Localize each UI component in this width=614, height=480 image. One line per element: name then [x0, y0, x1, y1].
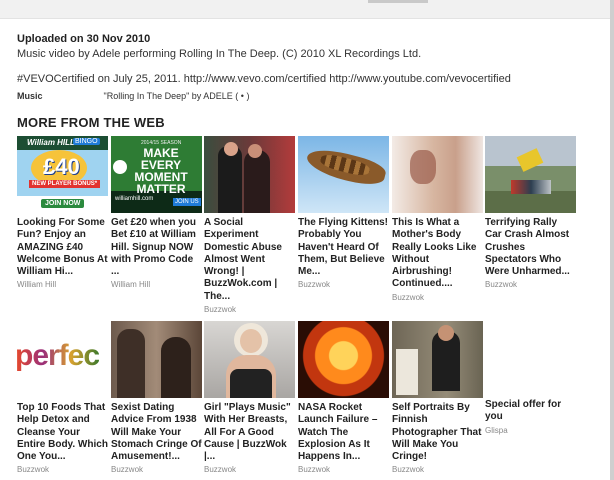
card-title[interactable]: NASA Rocket Launch Failure – Watch The E… — [298, 402, 389, 463]
recommendation-card[interactable]: Sexist Dating Advice From 1938 Will Make… — [111, 321, 202, 474]
headline: MAKE EVERY MOMENT MATTER — [134, 146, 188, 196]
card-title[interactable]: The Flying Kittens! Probably You Haven't… — [298, 217, 389, 278]
site-label: williamhill.com — [115, 196, 154, 202]
card-title[interactable]: Self Portraits By Finnish Photographer T… — [392, 402, 483, 463]
brand-logo: William HILL — [27, 138, 75, 147]
face-shape — [240, 329, 262, 353]
window-border — [610, 0, 614, 480]
person-shape — [244, 150, 270, 213]
card-thumbnail[interactable]: perfec — [17, 321, 108, 398]
card-title[interactable]: Top 10 Foods That Help Detox and Cleanse… — [17, 402, 108, 463]
person-shape — [117, 329, 145, 398]
card-thumbnail[interactable] — [204, 321, 295, 398]
recommendation-card[interactable]: Girl "Plays Music" With Her Breasts, All… — [204, 321, 295, 474]
recommendation-card[interactable]: NASA Rocket Launch Failure – Watch The E… — [298, 321, 389, 474]
join-us-label: JOIN US — [173, 198, 201, 206]
card-thumbnail[interactable] — [392, 321, 483, 398]
music-value[interactable]: "Rolling In The Deep" by ADELE ( • ) — [104, 91, 250, 101]
card-source: William Hill — [111, 280, 151, 290]
crowd-shape — [511, 180, 551, 194]
person-shape — [218, 146, 242, 213]
card-thumbnail[interactable]: William HILL BINGO £40 NEW PLAYER BONUS*… — [17, 136, 108, 213]
card-source: Buzzwok — [392, 465, 425, 475]
card-title[interactable]: Looking For Some Fun? Enjoy an AMAZING £… — [17, 217, 108, 278]
recommendation-card[interactable]: A Social Experiment Domestic Abuse Almos… — [204, 136, 295, 314]
football-icon — [113, 160, 127, 174]
card-thumbnail[interactable] — [204, 136, 295, 213]
tattoo-shape — [410, 150, 436, 184]
upload-date: Uploaded on 30 Nov 2010 — [17, 33, 151, 45]
car-shape — [516, 148, 544, 172]
card-thumbnail[interactable] — [392, 136, 483, 213]
card-title[interactable]: This Is What a Mother's Body Really Look… — [392, 217, 483, 291]
recommendation-card[interactable]: Self Portraits By Finnish Photographer T… — [392, 321, 483, 474]
recommendation-card[interactable]: perfec Top 10 Foods That Help Detox and … — [17, 321, 108, 474]
card-title[interactable]: A Social Experiment Domestic Abuse Almos… — [204, 217, 295, 303]
card-source: Buzzwok — [298, 465, 331, 475]
card-source: Buzzwok — [204, 305, 237, 315]
special-offer-card[interactable]: Special offer for you Glispa — [485, 399, 576, 435]
top-bar — [0, 0, 614, 19]
recommendation-card[interactable]: William HILL BINGO £40 NEW PLAYER BONUS*… — [17, 136, 108, 289]
recommendation-card[interactable]: Terrifying Rally Car Crash Almost Crushe… — [485, 136, 576, 289]
card-title[interactable]: Sexist Dating Advice From 1938 Will Make… — [111, 402, 202, 463]
card-title[interactable]: Girl "Plays Music" With Her Breasts, All… — [204, 402, 295, 463]
card-thumbnail[interactable] — [298, 136, 389, 213]
card-thumbnail[interactable] — [298, 321, 389, 398]
face-shape — [224, 142, 238, 156]
card-thumbnail[interactable] — [485, 136, 576, 213]
special-offer-title[interactable]: Special offer for you — [485, 399, 576, 424]
join-now-label: JOIN NOW — [41, 199, 85, 208]
card-thumbnail[interactable]: 2014/15 SEASON MAKE EVERY MOMENT MATTER … — [111, 136, 202, 213]
clothing-shape — [230, 369, 272, 398]
recommendation-card[interactable]: The Flying Kittens! Probably You Haven't… — [298, 136, 389, 289]
person-shape — [161, 337, 191, 398]
description-line-2[interactable]: #VEVOCertified on July 25, 2011. http://… — [17, 73, 577, 86]
recommendation-card[interactable]: 2014/15 SEASON MAKE EVERY MOMENT MATTER … — [111, 136, 202, 289]
card-source: Buzzwok — [485, 280, 518, 290]
card-source: Buzzwok — [204, 465, 237, 475]
section-title: MORE FROM THE WEB — [17, 115, 165, 130]
face-shape — [438, 325, 454, 341]
card-source: Buzzwok — [298, 280, 331, 290]
music-label: Music — [17, 91, 43, 101]
card-source: William Hill — [17, 280, 57, 290]
face-shape — [248, 144, 262, 158]
description-line-1: Music video by Adele performing Rolling … — [17, 48, 422, 60]
bonus-amount: £40 — [43, 154, 80, 179]
card-source: Buzzwok — [392, 292, 425, 302]
bonus-label: NEW PLAYER BONUS* — [29, 180, 101, 188]
recommendation-card[interactable]: This Is What a Mother's Body Really Look… — [392, 136, 483, 302]
music-row: Music "Rolling In The Deep" by ADELE ( •… — [17, 91, 249, 101]
thumbnail-text: perfec — [17, 339, 100, 372]
special-offer-source: Glispa — [485, 425, 508, 435]
card-thumbnail[interactable] — [111, 321, 202, 398]
card-title[interactable]: Terrifying Rally Car Crash Almost Crushe… — [485, 217, 576, 278]
card-title[interactable]: Get £20 when you Bet £10 at William Hill… — [111, 217, 202, 278]
card-source: Buzzwok — [17, 465, 50, 475]
bingo-badge: BINGO — [73, 138, 100, 145]
top-bar-tab — [368, 0, 428, 3]
video-description: Uploaded on 30 Nov 2010 Music video by A… — [17, 33, 577, 86]
card-source: Buzzwok — [111, 465, 144, 475]
shelf-shape — [396, 349, 418, 395]
